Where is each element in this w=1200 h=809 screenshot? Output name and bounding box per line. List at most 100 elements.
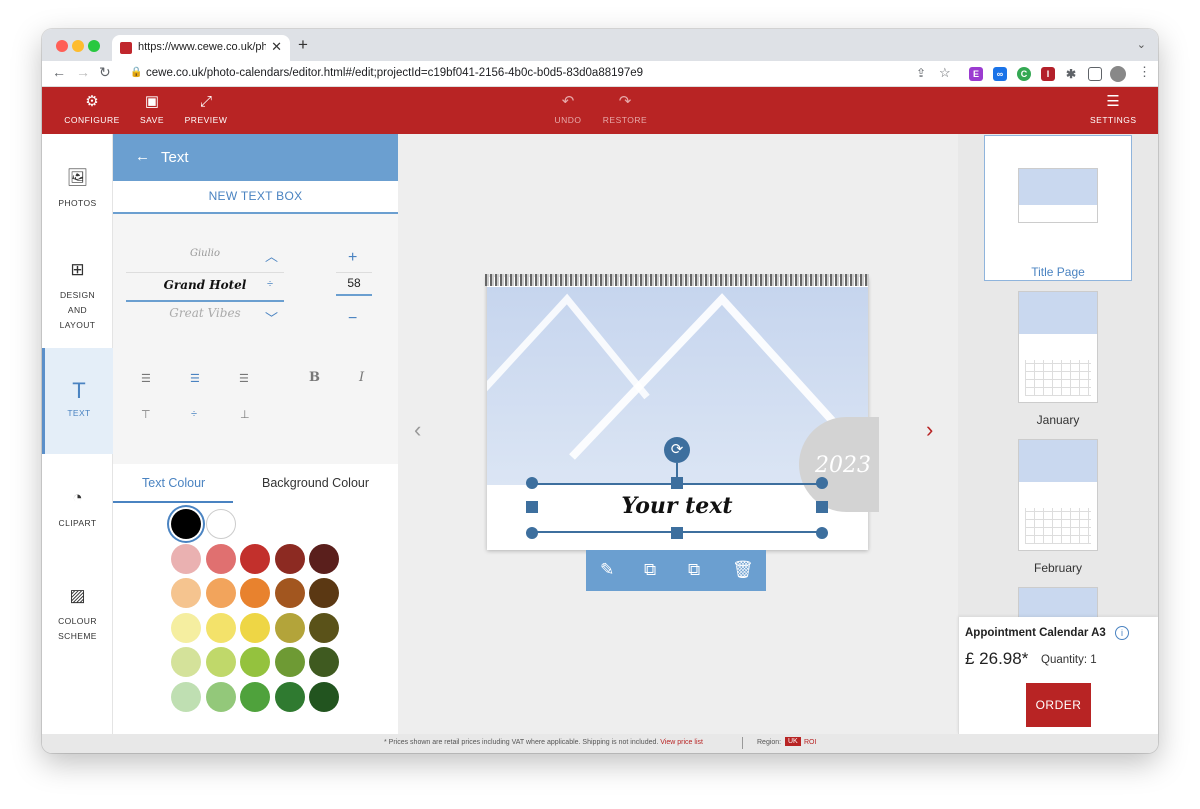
browser-tab[interactable]: https://www.cewe.co.uk/photo ✕: [112, 35, 290, 61]
sidebar-item-clipart[interactable]: ◔ CLIPART: [42, 488, 113, 531]
colour-swatch[interactable]: [274, 578, 305, 608]
align-center-icon[interactable]: ☰: [190, 372, 200, 385]
save-button[interactable]: ▣ SAVE: [138, 93, 166, 125]
colour-swatch[interactable]: [171, 612, 201, 643]
extension-e-icon[interactable]: E: [969, 67, 983, 81]
colour-swatch[interactable]: [309, 681, 339, 712]
new-tab-button[interactable]: +: [298, 35, 308, 55]
colour-swatch[interactable]: [309, 543, 339, 574]
valign-bottom-icon[interactable]: ⊥: [240, 408, 250, 421]
colour-swatch[interactable]: [240, 612, 270, 643]
extension-i-icon[interactable]: I: [1041, 67, 1055, 81]
info-icon[interactable]: i: [1115, 626, 1129, 640]
colour-swatch[interactable]: [171, 647, 201, 677]
colour-swatch[interactable]: [274, 612, 305, 643]
valign-middle-icon[interactable]: ÷: [191, 408, 197, 420]
zoom-window-button[interactable]: [88, 40, 100, 52]
resize-handle-mr[interactable]: [816, 501, 828, 513]
thumb-february[interactable]: [1018, 439, 1098, 551]
sidebar-item-colour-scheme[interactable]: ▨ COLOUR SCHEME: [42, 586, 113, 644]
colour-swatch[interactable]: [309, 647, 339, 677]
resize-handle-bc[interactable]: [671, 527, 683, 539]
prev-page-chevron-icon[interactable]: ‹: [414, 417, 421, 443]
restore-button[interactable]: ↷ RESTORE: [602, 93, 648, 125]
colour-swatch[interactable]: [309, 612, 339, 643]
font-option-giulio[interactable]: Giulio: [126, 248, 284, 259]
colour-swatch[interactable]: [240, 647, 270, 677]
italic-icon[interactable]: I: [359, 370, 364, 385]
bring-forward-icon[interactable]: ⧉: [644, 560, 656, 580]
text-box[interactable]: Your text: [532, 483, 822, 533]
back-arrow-icon[interactable]: ←: [52, 64, 66, 80]
bold-icon[interactable]: B: [309, 370, 320, 385]
colour-swatch[interactable]: [205, 647, 236, 677]
sidebar-item-text[interactable]: T TEXT: [42, 348, 113, 454]
font-down-chevron-icon[interactable]: ﹀: [265, 308, 278, 327]
view-price-list-link[interactable]: View price list: [660, 739, 703, 746]
extensions-puzzle-icon[interactable]: ✱: [1064, 67, 1078, 81]
share-icon[interactable]: ⇪: [916, 66, 926, 80]
back-arrow-icon[interactable]: ←: [135, 148, 150, 165]
extension-link-icon[interactable]: ∞: [993, 67, 1007, 81]
colour-swatch[interactable]: [205, 578, 236, 608]
tab-close-icon[interactable]: ✕: [271, 39, 282, 55]
resize-handle-ml[interactable]: [526, 501, 538, 513]
font-size-input[interactable]: 58: [336, 276, 372, 296]
sidebar-item-photos[interactable]: 🖼 PHOTOS: [42, 168, 113, 211]
reload-icon[interactable]: ↻: [99, 64, 111, 81]
region-roi-link[interactable]: ROI: [804, 739, 816, 746]
size-increase-plus-icon[interactable]: +: [348, 249, 357, 267]
configure-button[interactable]: ⚙ CONFIGURE: [64, 93, 120, 125]
order-button[interactable]: ORDER: [1026, 683, 1091, 727]
resize-handle-tc[interactable]: [671, 477, 683, 489]
extension-c-icon[interactable]: C: [1017, 67, 1031, 81]
edit-pencil-icon[interactable]: ✎: [600, 560, 614, 580]
font-up-chevron-icon[interactable]: ︿: [265, 246, 278, 265]
colour-swatch[interactable]: [274, 647, 305, 677]
tab-text-colour[interactable]: Text Colour: [142, 476, 205, 490]
colour-swatch[interactable]: [171, 509, 201, 539]
omnibox[interactable]: 🔒 cewe.co.uk/photo-calendars/editor.html…: [122, 63, 972, 85]
undo-button[interactable]: ↶ UNDO: [552, 93, 584, 125]
resize-handle-tr[interactable]: [816, 477, 828, 489]
region-uk-button[interactable]: UK: [785, 737, 801, 746]
size-decrease-minus-icon[interactable]: −: [348, 310, 357, 328]
sidebar-item-design-layout[interactable]: ⊞ DESIGN AND LAYOUT: [42, 260, 113, 333]
send-backward-icon[interactable]: ⧉: [688, 560, 700, 580]
rotate-icon[interactable]: ⟳: [664, 437, 690, 463]
your-text[interactable]: Your text: [532, 493, 822, 519]
resize-handle-br[interactable]: [816, 527, 828, 539]
profile-avatar-icon[interactable]: [1110, 66, 1126, 82]
tab-search-chevron-icon[interactable]: ⌄: [1137, 38, 1146, 51]
font-scroll-icon[interactable]: ÷: [267, 278, 273, 290]
forward-arrow-icon[interactable]: →: [76, 64, 90, 80]
colour-swatch[interactable]: [205, 543, 236, 574]
thumb-title-page-image[interactable]: [1018, 168, 1098, 223]
sidebar-toggle-icon[interactable]: [1088, 67, 1102, 81]
settings-button[interactable]: ☰ SETTINGS: [1090, 93, 1136, 125]
colour-swatch[interactable]: [171, 681, 201, 712]
thumb-january[interactable]: [1018, 291, 1098, 403]
valign-top-icon[interactable]: ⊤: [141, 408, 151, 421]
minimize-window-button[interactable]: [72, 40, 84, 52]
colour-swatch[interactable]: [240, 578, 270, 608]
resize-handle-bl[interactable]: [526, 527, 538, 539]
new-text-box-button[interactable]: NEW TEXT BOX: [113, 181, 398, 214]
bookmark-star-icon[interactable]: ☆: [939, 65, 951, 81]
colour-swatch[interactable]: [309, 578, 339, 608]
align-right-icon[interactable]: ☰: [239, 372, 249, 385]
colour-swatch[interactable]: [274, 681, 305, 712]
colour-swatch[interactable]: [205, 612, 236, 643]
tab-background-colour[interactable]: Background Colour: [262, 476, 369, 490]
more-menu-icon[interactable]: ⋮: [1138, 64, 1151, 80]
font-option-great-vibes[interactable]: Great Vibes: [126, 306, 284, 320]
close-window-button[interactable]: [56, 40, 68, 52]
resize-handle-tl[interactable]: [526, 477, 538, 489]
colour-swatch[interactable]: [171, 578, 201, 608]
align-left-icon[interactable]: ☰: [141, 372, 151, 385]
colour-swatch[interactable]: [205, 681, 236, 712]
delete-trash-icon[interactable]: 🗑: [732, 560, 754, 580]
colour-swatch[interactable]: [240, 681, 270, 712]
preview-button[interactable]: ⤢ PREVIEW: [184, 93, 228, 125]
colour-swatch[interactable]: [205, 509, 236, 539]
